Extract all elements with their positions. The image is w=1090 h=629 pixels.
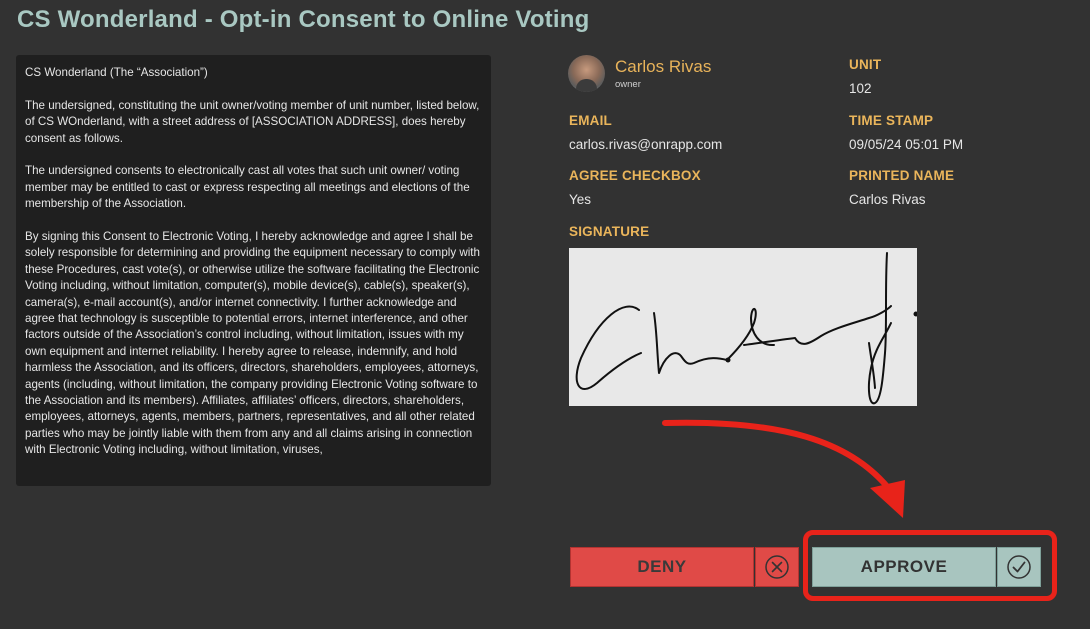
circle-x-icon (765, 555, 789, 579)
avatar (568, 55, 605, 92)
document-paragraph: By signing this Consent to Electronic Vo… (25, 230, 480, 457)
circle-check-icon (1007, 555, 1031, 579)
document-paragraph: The undersigned, constituting the unit o… (25, 98, 480, 145)
consent-document-panel[interactable]: CS Wonderland (The “Association”) The un… (16, 55, 491, 486)
signature-drawing (575, 252, 917, 405)
printed-name-label: PRINTED NAME (849, 168, 955, 183)
email-value: carlos.rivas@onrapp.com (569, 137, 723, 152)
signature-label: SIGNATURE (569, 224, 650, 239)
timestamp-label: TIME STAMP (849, 113, 934, 128)
signature-dot (913, 311, 917, 317)
unit-label: UNIT (849, 57, 882, 72)
email-label: EMAIL (569, 113, 612, 128)
approve-button[interactable]: APPROVE (812, 547, 996, 587)
approve-icon-button[interactable] (997, 547, 1041, 587)
agree-checkbox-value: Yes (569, 192, 592, 207)
profile-role: owner (615, 79, 641, 90)
signature-dot (725, 357, 731, 363)
document-paragraph: CS Wonderland (The “Association”) (25, 66, 208, 79)
agree-checkbox-label: AGREE CHECKBOX (569, 168, 701, 183)
unit-value: 102 (849, 81, 872, 96)
deny-icon-button[interactable] (755, 547, 799, 587)
timestamp-value: 09/05/24 05:01 PM (849, 137, 964, 152)
printed-name-value: Carlos Rivas (849, 192, 926, 207)
profile-name: Carlos Rivas (615, 57, 712, 76)
page-title: CS Wonderland - Opt-in Consent to Online… (17, 6, 590, 33)
deny-button[interactable]: DENY (570, 547, 754, 587)
user-profile: Carlos Rivas owner (568, 55, 711, 92)
document-paragraph: The undersigned consents to electronical… (25, 164, 470, 211)
signature-image (569, 248, 917, 406)
